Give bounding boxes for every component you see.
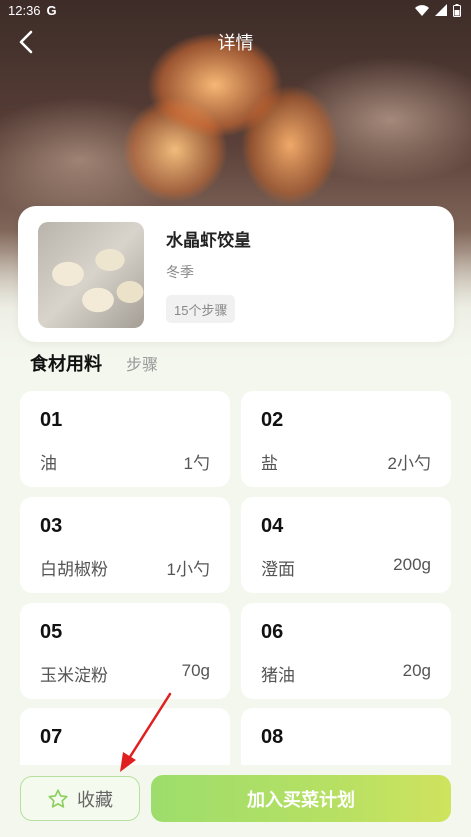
ingredient-name: 油 [40, 454, 57, 473]
status-bar: 12:36 G [0, 0, 471, 20]
page-title: 详情 [217, 33, 254, 53]
wifi-icon [415, 4, 429, 16]
steps-badge: 15个步骤 [166, 295, 236, 323]
ingredient-amount: 1勺 [183, 454, 210, 473]
ingredient-card: 04 澄面 200g [241, 497, 451, 593]
ingredient-amount: 2小勺 [387, 454, 431, 473]
ingredient-number: 03 [40, 515, 63, 537]
star-icon [48, 788, 68, 808]
ingredient-number: 02 [261, 409, 284, 431]
ingredient-number: 05 [40, 621, 63, 643]
favorite-button[interactable]: 收藏 [20, 776, 140, 821]
bottom-action-bar: 收藏 加入买菜计划 [0, 765, 471, 837]
ingredient-amount: 1小勺 [166, 560, 210, 579]
recipe-card: 水晶虾饺皇 冬季 15个步骤 [18, 206, 454, 342]
chevron-left-icon [19, 30, 33, 54]
ingredient-card: 03 白胡椒粉 1小勺 [20, 497, 230, 593]
ingredient-card: 01 油 1勺 [20, 391, 230, 487]
ingredient-name: 澄面 [261, 560, 295, 579]
ingredient-amount: 200g [393, 555, 431, 574]
add-to-shopping-plan-button[interactable]: 加入买菜计划 [151, 775, 451, 822]
ingredient-card: 05 玉米淀粉 70g [20, 603, 230, 699]
recipe-season: 冬季 [166, 264, 194, 280]
ingredient-card: 02 盐 2小勺 [241, 391, 451, 487]
ingredient-number: 08 [261, 726, 284, 748]
recipe-thumbnail [38, 222, 144, 328]
google-app-icon: G [46, 2, 57, 18]
ingredient-card: 06 猪油 20g [241, 603, 451, 699]
tab-ingredients[interactable]: 食材用料 [30, 350, 102, 376]
ingredient-name: 猪油 [261, 666, 295, 685]
ingredient-amount: 20g [402, 661, 431, 680]
ingredient-name: 盐 [261, 454, 278, 473]
ingredient-amount: 70g [181, 661, 210, 680]
tab-steps[interactable]: 步骤 [126, 351, 158, 375]
tab-bar: 食材用料 步骤 [30, 350, 158, 376]
recipe-title: 水晶虾饺皇 [166, 231, 251, 250]
ingredient-name: 玉米淀粉 [40, 666, 108, 685]
ingredient-number: 01 [40, 409, 63, 431]
favorite-label: 收藏 [77, 789, 113, 810]
back-button[interactable] [12, 28, 40, 56]
ingredient-number: 06 [261, 621, 284, 643]
signal-icon [435, 4, 447, 16]
battery-icon [453, 3, 461, 17]
add-to-shopping-plan-label: 加入买菜计划 [247, 789, 355, 810]
ingredient-name: 白胡椒粉 [40, 560, 108, 579]
top-nav: 详情 [0, 24, 471, 60]
status-time: 12:36 [8, 2, 41, 18]
ingredient-number: 04 [261, 515, 284, 537]
ingredient-number: 07 [40, 726, 63, 748]
